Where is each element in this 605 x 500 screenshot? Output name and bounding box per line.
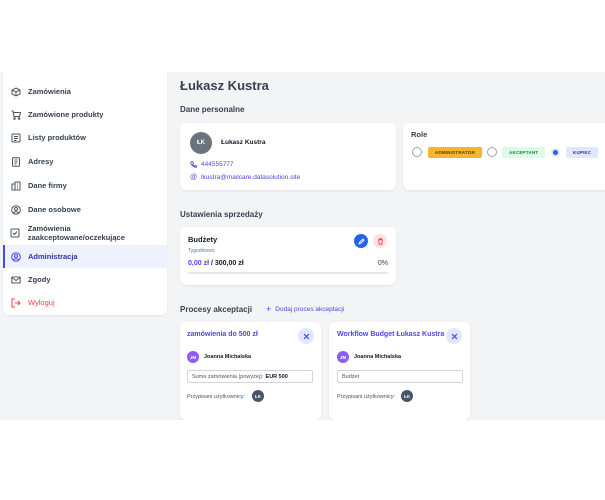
process-title[interactable]: zamówienia do 500 zł bbox=[187, 331, 258, 338]
roles-card: Role ADMINISTRATOR AKCEPTANT KUPIEC bbox=[403, 123, 605, 190]
sidebar-item-logout[interactable]: Wyloguj bbox=[3, 291, 167, 314]
sidebar-item-company-data[interactable]: Dane firmy bbox=[3, 174, 167, 197]
clipboard-check-icon bbox=[10, 227, 21, 238]
role-badge-administrator: ADMINISTRATOR bbox=[428, 147, 482, 158]
approver-name: Joanna Michalska bbox=[354, 354, 402, 360]
assigned-user-avatar[interactable]: ŁK bbox=[252, 390, 264, 402]
sidebar: Zamówienia Zamówione produkty Listy prod… bbox=[3, 72, 167, 315]
page-title: Łukasz Kustra bbox=[180, 78, 269, 93]
sidebar-item-label: Zgody bbox=[28, 275, 51, 284]
trash-icon bbox=[377, 237, 384, 245]
budget-amount: 0,00 zł / 300,00 zł bbox=[188, 260, 244, 267]
delete-budget-button[interactable] bbox=[373, 234, 387, 248]
at-icon: @ bbox=[190, 174, 198, 181]
user-circle-icon bbox=[10, 204, 21, 215]
add-approval-process-button[interactable]: + Dodaj proces akceptacji bbox=[266, 304, 345, 314]
close-icon bbox=[303, 333, 310, 340]
edit-budget-button[interactable] bbox=[354, 234, 368, 248]
building-icon bbox=[10, 180, 21, 191]
roles-heading: Role bbox=[411, 130, 428, 139]
box-icon bbox=[10, 86, 21, 97]
sidebar-item-personal-data[interactable]: Dane osobowe bbox=[3, 198, 167, 221]
process-card: Workflow Budget Łukasz Kustra JM Joanna … bbox=[329, 322, 470, 420]
sidebar-item-label: Administracja bbox=[28, 252, 78, 261]
budget-progress-track bbox=[188, 272, 388, 274]
sidebar-item-label: Zamówienia zaakceptowane/oczekujące bbox=[27, 223, 125, 242]
sidebar-item-consents[interactable]: Zgody bbox=[3, 268, 167, 291]
email-link[interactable]: lkustra@mailcare.datasolution.site bbox=[201, 174, 300, 181]
approver-avatar: JM bbox=[337, 351, 349, 363]
avatar: ŁK bbox=[190, 132, 212, 154]
sidebar-item-accepted-orders[interactable]: Zamówienia zaakceptowane/oczekujące bbox=[3, 221, 167, 244]
sidebar-item-product-lists[interactable]: Listy produktów bbox=[3, 126, 167, 149]
sidebar-item-label: Wyloguj bbox=[28, 298, 55, 307]
address-card-icon bbox=[10, 156, 21, 167]
sidebar-item-ordered-products[interactable]: Zamówione produkty bbox=[3, 103, 167, 126]
condition-label: Suma zamówienia (powyżej): bbox=[192, 373, 264, 380]
email-row[interactable]: @ lkustra@mailcare.datasolution.site bbox=[190, 174, 300, 181]
sales-settings-heading: Ustawienia sprzedaży bbox=[180, 210, 263, 219]
role-radio-administrator[interactable] bbox=[412, 147, 422, 157]
user-circle-icon bbox=[10, 251, 21, 262]
personal-data-card: ŁK Łukasz Kustra 444555777 @ lkustra@mai… bbox=[180, 123, 396, 190]
sidebar-item-administration[interactable]: Administracja bbox=[3, 245, 167, 268]
assigned-user-avatar[interactable]: ŁK bbox=[401, 390, 413, 402]
sidebar-item-label: Zamówienia bbox=[28, 87, 71, 96]
process-condition-field[interactable]: Budżet bbox=[337, 370, 463, 383]
phone-icon bbox=[190, 161, 197, 168]
sidebar-item-label: Listy produktów bbox=[28, 133, 86, 142]
remove-process-button[interactable] bbox=[298, 328, 314, 344]
envelope-icon bbox=[10, 274, 21, 285]
add-approval-process-label: Dodaj proces akceptacji bbox=[275, 305, 345, 313]
remove-process-button[interactable] bbox=[446, 328, 462, 344]
budget-percent: 0% bbox=[377, 260, 388, 267]
budget-title: Budżety bbox=[188, 235, 218, 244]
app-window: Zamówienia Zamówione produkty Listy prod… bbox=[0, 72, 605, 420]
budget-card: Budżety Tygodniowo 0,00 zł / 300,00 zł 0… bbox=[180, 227, 396, 285]
pencil-icon bbox=[357, 237, 365, 245]
close-icon bbox=[451, 333, 458, 340]
sidebar-item-label: Adresy bbox=[28, 157, 54, 166]
assigned-users-label: Przypisani użytkownicy: bbox=[337, 394, 396, 400]
sidebar-item-label: Dane osobowe bbox=[28, 205, 81, 214]
user-name: Łukasz Kustra bbox=[221, 139, 266, 146]
budget-period: Tygodniowo bbox=[188, 248, 215, 254]
role-radio-akceptant[interactable] bbox=[487, 147, 497, 157]
cart-icon bbox=[10, 109, 21, 120]
sidebar-item-orders[interactable]: Zamówienia bbox=[3, 80, 167, 103]
process-card: zamówienia do 500 zł JM Joanna Michalska… bbox=[180, 322, 321, 420]
role-badge-kupiec: KUPIEC bbox=[566, 147, 599, 158]
sidebar-item-addresses[interactable]: Adresy bbox=[3, 150, 167, 173]
logout-icon bbox=[10, 297, 21, 308]
sidebar-item-label: Zamówione produkty bbox=[28, 110, 104, 119]
personal-data-heading: Dane personalne bbox=[180, 105, 245, 114]
list-icon bbox=[10, 132, 21, 143]
process-title[interactable]: Workflow Budget Łukasz Kustra bbox=[337, 331, 444, 338]
phone-row[interactable]: 444555777 bbox=[190, 161, 234, 168]
approver-avatar: JM bbox=[187, 351, 199, 363]
plus-icon: + bbox=[266, 304, 272, 314]
approval-processes-heading: Procesy akceptacji bbox=[180, 305, 253, 314]
budget-limit: 300,00 zł bbox=[214, 260, 244, 267]
process-condition-field[interactable]: Suma zamówienia (powyżej): EUR 500 bbox=[187, 370, 313, 383]
approver-name: Joanna Michalska bbox=[204, 354, 252, 360]
role-badge-akceptant: AKCEPTANT bbox=[502, 147, 546, 158]
phone-link[interactable]: 444555777 bbox=[201, 161, 234, 168]
sidebar-item-label: Dane firmy bbox=[28, 181, 67, 190]
assigned-users-label: Przypisani użytkownicy: bbox=[187, 394, 246, 400]
budget-used: 0,00 zł bbox=[188, 260, 210, 267]
role-radio-kupiec[interactable] bbox=[551, 148, 560, 157]
condition-label: Budżet bbox=[342, 373, 360, 380]
condition-value: EUR 500 bbox=[265, 373, 288, 380]
